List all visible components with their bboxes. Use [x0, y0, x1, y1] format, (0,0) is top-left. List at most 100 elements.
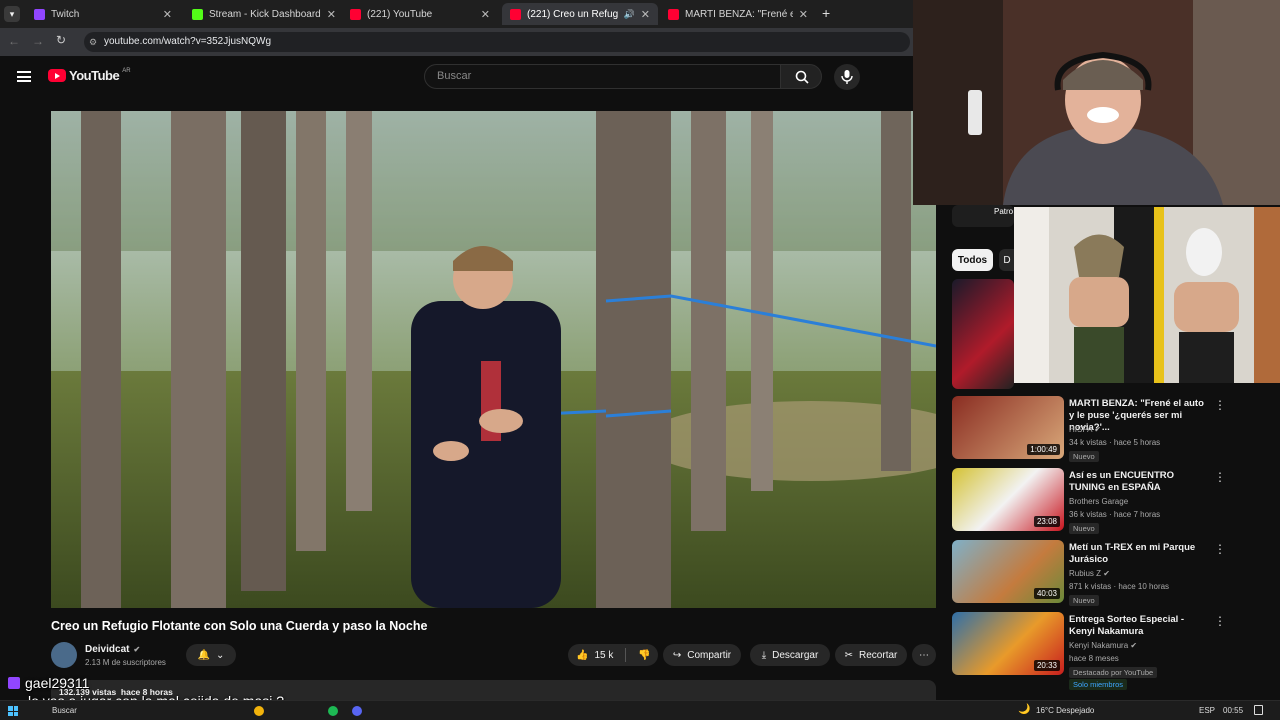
video-channel: HISPA ✔ [1069, 425, 1101, 434]
windows-start-icon[interactable] [8, 706, 18, 716]
thumbs-up-icon: 👍 [576, 649, 589, 661]
sidebar-video[interactable]: 1:00:49 MARTI BENZA: "Frené el auto y le… [952, 396, 1272, 462]
secondary-video-frame [1014, 207, 1280, 383]
like-button[interactable]: 👍 15 k [576, 650, 613, 661]
video-title: Así es un ENCUENTRO TUNING en ESPAÑA [1069, 470, 1175, 493]
close-tab-icon[interactable]: ✕ [481, 8, 490, 21]
video-duration: 23:08 [1033, 516, 1060, 527]
menu-icon[interactable] [17, 71, 31, 82]
video-thumbnail: 1:00:49 [952, 396, 1064, 459]
video-thumbnail: 40:03 [952, 540, 1064, 603]
youtube-logo[interactable]: YouTube AR [48, 68, 131, 83]
weather-icon: 🌙 [1018, 704, 1031, 715]
new-badge: Nuevo [1069, 451, 1099, 462]
sidebar-video[interactable]: 23:08 Así es un ENCUENTRO TUNING en ESPA… [952, 468, 1272, 534]
video-title: Metí un T-REX en mi Parque Jurásico [1069, 542, 1196, 565]
speaker-icon[interactable]: 🔊 [624, 9, 635, 20]
more-vertical-icon[interactable]: ⋮ [1214, 614, 1226, 628]
tab-youtube-home[interactable]: (221) YouTube ✕ [342, 3, 498, 25]
logo-text: YouTube [69, 68, 120, 83]
video-player[interactable] [51, 111, 936, 608]
video-channel: Rubius Z ✔ [1069, 569, 1110, 578]
close-tab-icon[interactable]: ✕ [641, 8, 650, 21]
sidebar-video[interactable]: 20:33 Entrega Sorteo Especial - Kenyi Na… [952, 612, 1272, 690]
tab-label: Stream - Kick Dashboard [209, 8, 321, 20]
webcam-frame [913, 0, 1280, 205]
clip-button[interactable]: ✂ Recortar [835, 644, 907, 666]
voice-search-button[interactable] [834, 64, 860, 90]
share-icon: ↪ [672, 649, 682, 661]
tab-twitch[interactable]: Twitch ✕ [26, 3, 180, 25]
youtube-icon [350, 8, 361, 20]
more-vertical-icon[interactable]: ⋮ [1214, 398, 1226, 412]
close-tab-icon[interactable]: ✕ [327, 8, 336, 21]
share-button[interactable]: ↪ Compartir [663, 644, 741, 666]
forward-icon[interactable]: → [32, 34, 44, 48]
kick-icon [192, 8, 203, 20]
tab-label: Twitch [51, 8, 80, 20]
channel-name-text: Deividcat [85, 644, 130, 655]
video-thumbnail: 20:33 [952, 612, 1064, 675]
video-thumbnail: 23:08 [952, 468, 1064, 531]
reload-icon[interactable]: ↻ [56, 33, 66, 47]
download-button[interactable]: ⤓ Descargar [750, 644, 830, 666]
twitch-icon [34, 8, 45, 20]
thumbs-down-icon: 👎 [638, 649, 651, 661]
tab-label: (221) YouTube [367, 8, 433, 20]
tab-list-button[interactable]: ▾ [4, 6, 20, 22]
partial-card[interactable]: Patro [952, 205, 1014, 227]
sidebar-video[interactable]: 40:03 Metí un T-REX en mi Parque Jurásic… [952, 540, 1272, 606]
url-field[interactable]: ⚙ youtube.com/watch?v=352JjusNQWg [84, 32, 910, 52]
video-meta: 871 k vistas · hace 10 horas [1069, 582, 1170, 591]
more-vertical-icon[interactable]: ⋮ [1214, 470, 1226, 484]
tab-kick[interactable]: Stream - Kick Dashboard ✕ [184, 3, 340, 25]
clip-label: Recortar [859, 649, 898, 661]
new-tab-button[interactable]: + [822, 5, 830, 21]
verified-icon: ✔ [133, 645, 141, 654]
search-icon [795, 70, 809, 84]
channel-name[interactable]: Deividcat ✔ [85, 644, 140, 655]
search-input[interactable]: Buscar [424, 64, 781, 89]
scissors-icon: ✂ [844, 649, 854, 661]
subscribed-bell-button[interactable]: 🔔 ⌄ [186, 644, 236, 666]
weather-text[interactable]: 16°C Despejado [1036, 706, 1094, 715]
tab-marti-benza[interactable]: MARTI BENZA: "Frené el auto y ✕ [660, 3, 816, 25]
video-duration: 1:00:49 [1027, 444, 1060, 455]
channel-avatar[interactable] [51, 642, 77, 668]
close-tab-icon[interactable]: ✕ [163, 8, 172, 21]
bell-icon: 🔔 [197, 649, 211, 661]
close-tab-icon[interactable]: ✕ [799, 8, 808, 21]
twitch-icon [8, 677, 20, 689]
chat-username: gael29311 [8, 675, 89, 691]
sidebar-top-thumbnail[interactable] [952, 279, 1014, 389]
youtube-play-icon [48, 69, 66, 82]
more-vertical-icon[interactable]: ⋮ [1214, 542, 1226, 556]
chrome-icon[interactable] [254, 706, 264, 716]
microphone-icon [841, 70, 853, 84]
site-info-icon[interactable]: ⚙ [89, 32, 97, 52]
new-badge: Nuevo [1069, 523, 1099, 534]
download-icon: ⤓ [761, 649, 767, 661]
video-meta: hace 8 meses [1069, 654, 1119, 663]
chip-all-label: Todos [957, 254, 988, 266]
video-title: Creo un Refugio Flotante con Solo una Cu… [51, 619, 428, 633]
chip-all[interactable]: Todos [952, 249, 993, 271]
download-label: Descargar [772, 649, 819, 661]
region-code: AR [122, 67, 131, 74]
more-actions-button[interactable]: ⋯ [912, 644, 936, 666]
webcam-overlay [913, 0, 1280, 205]
back-icon[interactable]: ← [8, 34, 20, 48]
search-button[interactable] [780, 64, 822, 89]
tab-youtube-video[interactable]: (221) Creo un Refugio Flota 🔊 ✕ [502, 3, 658, 25]
spotify-icon[interactable] [328, 706, 338, 716]
discord-icon[interactable] [352, 706, 362, 716]
video-duration: 40:03 [1033, 588, 1060, 599]
language-indicator[interactable]: ESP [1199, 706, 1215, 715]
chip-other[interactable]: D [999, 249, 1015, 271]
windows-taskbar: Buscar 🌙 16°C Despejado ESP 00:55 [0, 700, 1280, 720]
clock[interactable]: 00:55 [1223, 706, 1243, 715]
taskbar-search[interactable]: Buscar [52, 706, 77, 715]
notifications-icon[interactable] [1254, 705, 1263, 715]
dislike-button[interactable]: 👎 [638, 650, 650, 661]
youtube-icon [510, 8, 521, 20]
